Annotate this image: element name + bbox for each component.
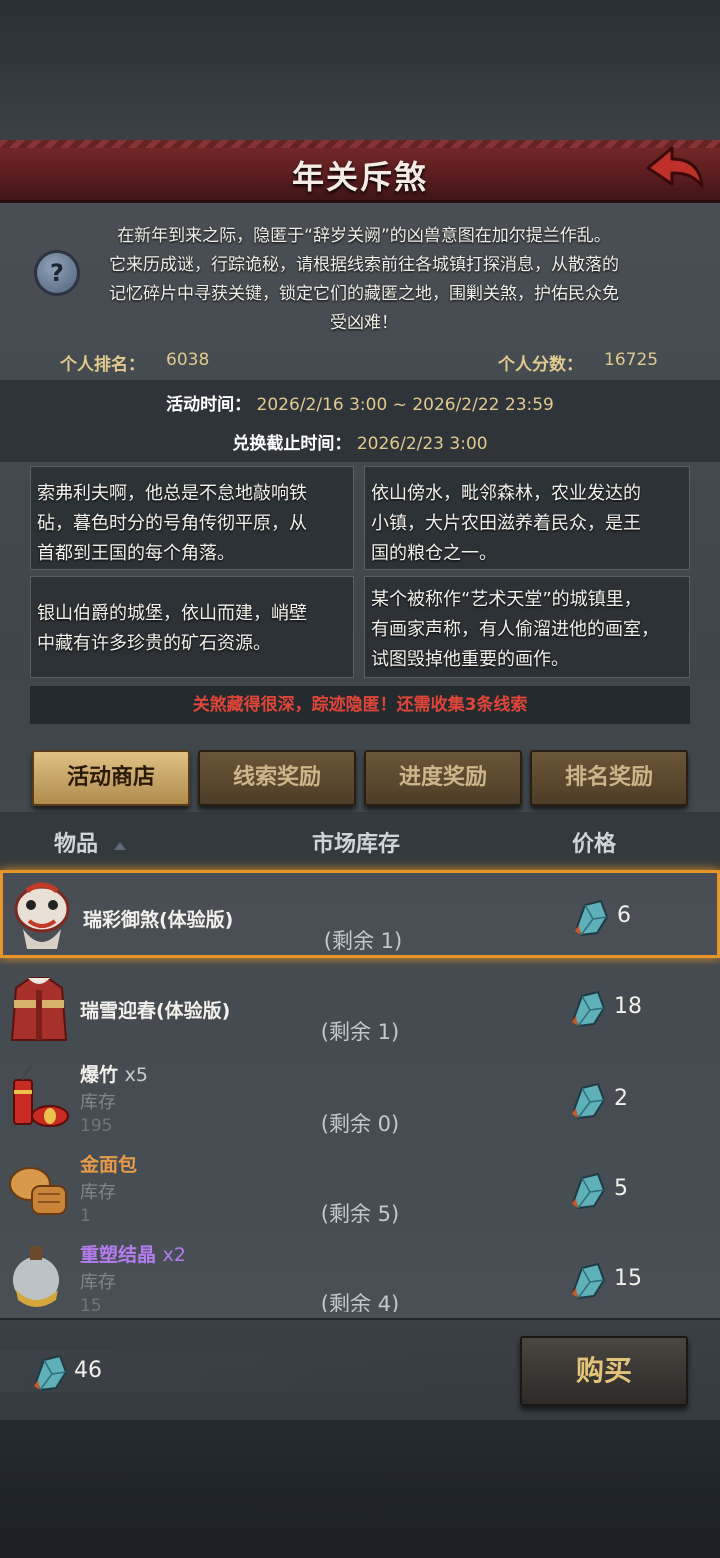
shop-row[interactable]: 瑞彩御煞(体验版) (剩余 1) 6: [0, 870, 720, 958]
exchange-deadline-label: 兑换截止时间：: [232, 434, 352, 454]
shop-row[interactable]: 金面包 库存 1 (剩余 5) 5: [0, 1144, 720, 1232]
firecracker-icon: [13, 1065, 69, 1127]
remaining-count: (剩余 5): [320, 1202, 400, 1226]
item-name: 金面包: [80, 1150, 137, 1177]
clue-line: 试图毁掉他重要的画作。: [371, 649, 569, 670]
shop-row[interactable]: 瑞雪迎春(体验版) (剩余 1) 18: [0, 964, 720, 1052]
clue-card[interactable]: 依山傍水，毗邻森林，农业发达的 小镇，大片农田滋养着民众，是王 国的粮仓之一。: [364, 466, 690, 570]
crystal-shard-icon: [34, 1354, 68, 1392]
item-name-text: 重塑结晶: [80, 1244, 157, 1266]
score-label: 个人分数：: [498, 355, 583, 375]
tab-progress-rewards[interactable]: 进度奖励: [364, 750, 522, 806]
stock-label: 库存: [80, 1092, 116, 1113]
clue-card[interactable]: 某个被称作“艺术天堂”的城镇里， 有画家声称，有人偷溜进他的画室， 试图毁掉他重…: [364, 576, 690, 678]
clue-line: 某个被称作“艺术天堂”的城镇里，: [371, 589, 642, 610]
crystal-shard-icon: [572, 1262, 606, 1300]
activity-time-label: 活动时间：: [166, 395, 252, 415]
rank-label: 个人排名：: [60, 355, 145, 375]
item-price: 15: [614, 1266, 642, 1291]
column-header-price: 价格: [572, 832, 617, 857]
title-bar: 年关斥煞: [0, 140, 720, 203]
festive-robe-icon: [10, 977, 68, 1041]
crystal-shard-icon: [572, 990, 606, 1028]
item-price: 6: [617, 903, 631, 928]
sort-arrow-icon: [114, 842, 126, 850]
bottom-backdrop: [0, 1418, 720, 1558]
clue-line: 国的粮仓之一。: [371, 543, 497, 564]
back-arrow-icon: [646, 146, 704, 188]
tab-clue-rewards[interactable]: 线索奖励: [198, 750, 356, 806]
stock-label: 库存: [80, 1182, 116, 1203]
shop-row[interactable]: 爆竹 x5 库存 195 (剩余 0) 2: [0, 1054, 720, 1142]
item-name: 瑞雪迎春(体验版): [80, 996, 230, 1023]
stock-value: 195: [80, 1116, 113, 1136]
crystal-shard-icon: [572, 1172, 606, 1210]
description-line: 记忆碎片中寻获关键，锁定它们的藏匿之地，围剿关煞，护佑民众免: [109, 284, 619, 304]
clue-line: 有画家声称，有人偷溜进他的画室，: [371, 619, 659, 640]
activity-time: 活动时间： 2026/2/16 3:00 ~ 2026/2/22 23:59: [0, 390, 720, 415]
item-name-text: 瑞彩御煞(体验版): [83, 909, 234, 931]
clue-status-banner: 关煞藏得很深，踪迹隐匿！还需收集3条线索: [30, 686, 690, 724]
item-price: 18: [614, 994, 642, 1019]
item-name-text: 瑞雪迎春(体验版): [80, 1000, 231, 1022]
item-price: 5: [614, 1176, 628, 1201]
clue-card[interactable]: 索弗利夫啊，他总是不怠地敲响铁 砧，暮色时分的号角传彻平原，从 首都到王国的每个…: [30, 466, 354, 570]
crystal-shard-icon: [575, 899, 609, 937]
clue-line: 依山傍水，毗邻森林，农业发达的: [371, 483, 641, 504]
item-price: 2: [614, 1086, 628, 1111]
stock-value: 15: [80, 1296, 102, 1312]
stock-value: 1: [80, 1206, 91, 1226]
clue-line: 中藏有许多珍贵的矿石资源。: [37, 633, 271, 654]
item-name: 重塑结晶 x2: [80, 1240, 186, 1267]
clue-card[interactable]: 银山伯爵的城堡，依山而建，峭壁 中藏有许多珍贵的矿石资源。: [30, 576, 354, 678]
event-description: 在新年到来之际，隐匿于“辞岁关阙”的凶兽意图在加尔提兰作乱。 它来历成谜，行踪诡…: [84, 222, 644, 338]
exchange-deadline-value: 2026/2/23 3:00: [356, 434, 488, 454]
tab-event-shop[interactable]: 活动商店: [32, 750, 190, 806]
clue-line: 小镇，大片农田滋养着民众，是王: [371, 513, 641, 534]
exchange-deadline: 兑换截止时间： 2026/2/23 3:00: [0, 429, 720, 454]
tab-rank-rewards[interactable]: 排名奖励: [530, 750, 688, 806]
item-multiplier: x5: [124, 1064, 148, 1086]
page-title: 年关斥煞: [291, 158, 428, 196]
column-header-stock: 市场库存: [312, 832, 401, 857]
rank-value: 6038: [166, 350, 210, 370]
remaining-count: (剩余 1): [320, 1020, 400, 1044]
stock-label: 库存: [80, 1272, 116, 1293]
description-line: 在新年到来之际，隐匿于“辞岁关阙”的凶兽意图在加尔提兰作乱。: [117, 226, 611, 246]
question-icon[interactable]: ?: [34, 250, 80, 296]
clue-line: 首都到王国的每个角落。: [37, 543, 235, 564]
item-name: 爆竹 x5: [80, 1060, 148, 1087]
buy-button[interactable]: 购买: [520, 1336, 688, 1406]
remaining-count: (剩余 0): [320, 1112, 400, 1136]
crystal-flask-icon: [11, 1246, 61, 1307]
clue-line: 砧，暮色时分的号角传彻平原，从: [37, 513, 307, 534]
item-name: 瑞彩御煞(体验版): [83, 905, 233, 932]
score-value: 16725: [604, 350, 659, 370]
clue-line: 索弗利夫啊，他总是不怠地敲响铁: [37, 483, 307, 504]
remaining-count: (剩余 4): [320, 1292, 400, 1312]
item-name-text: 爆竹: [80, 1064, 119, 1086]
remaining-count: (剩余 1): [323, 929, 403, 953]
activity-time-value: 2026/2/16 3:00 ~ 2026/2/22 23:59: [256, 395, 554, 415]
clue-line: 银山伯爵的城堡，依山而建，峭壁: [37, 603, 307, 624]
golden-bread-icon: [9, 1167, 67, 1215]
crystal-shard-icon: [572, 1082, 606, 1120]
lion-dance-head-icon: [14, 882, 70, 949]
description-line: 它来历成谜，行踪诡秘，请根据线索前往各城镇打探消息，从散落的: [109, 255, 619, 275]
item-name-text: 金面包: [80, 1154, 138, 1176]
back-button[interactable]: [644, 142, 706, 194]
shop-row[interactable]: 重塑结晶 x2 库存 15 (剩余 4) 15: [0, 1234, 720, 1312]
top-backdrop: [0, 0, 720, 140]
currency-balance: 46: [74, 1358, 102, 1383]
description-line: 受凶难！: [330, 313, 398, 333]
item-multiplier: x2: [162, 1244, 186, 1266]
column-header-item[interactable]: 物品: [54, 826, 98, 858]
